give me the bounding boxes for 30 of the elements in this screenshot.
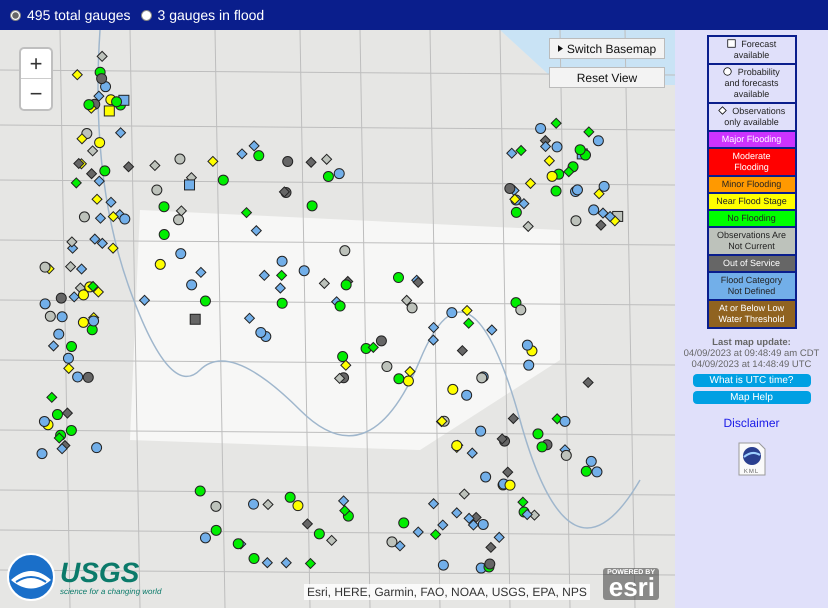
reset-view-button[interactable]: Reset View	[549, 67, 665, 88]
gauge-filter-radio[interactable]: 495 total gauges	[10, 7, 131, 23]
gauge-filter-radio[interactable]: 3 gauges in flood	[140, 7, 264, 23]
disclaimer-link[interactable]: Disclaimer	[723, 416, 780, 430]
update-title: Last map update:	[711, 337, 792, 348]
legend-category: Out of Service	[708, 256, 794, 271]
square-symbol-icon	[726, 39, 736, 48]
esri-logo-text: esri	[608, 576, 655, 599]
switch-basemap-button[interactable]: Switch Basemap	[549, 38, 665, 59]
update-utc-time: 04/09/2023 at 14:48:49 UTC	[690, 359, 812, 370]
legend-shape-label: Observations only available	[718, 106, 786, 127]
usgs-logo-text: USGS	[60, 558, 140, 586]
legend-shape-label: Probability and forecasts available	[723, 67, 780, 99]
legend-category: Near Flood Stage	[708, 194, 794, 209]
circle-symbol-icon	[723, 67, 732, 76]
legend-category: At or Below Low Water Threshold	[708, 301, 794, 327]
legend-category: No Flooding	[708, 211, 794, 226]
usgs-tagline: science for a changing world	[60, 586, 162, 596]
update-local-time: 04/09/2023 at 09:48:49 am CDT	[684, 348, 820, 359]
map-attribution: Esri, HERE, Garmin, FAO, NOAA, USGS, EPA, NPS	[304, 584, 590, 600]
legend-category: Observations Are Not Current	[708, 228, 794, 254]
zoom-in-button[interactable]: +	[21, 49, 51, 79]
caret-icon	[558, 45, 563, 52]
legend-category: Major Flooding	[708, 132, 794, 147]
legend-category: Moderate Flooding	[708, 149, 794, 175]
legend-shape-label: Forecast available	[726, 39, 776, 60]
legend-category: Minor Flooding	[708, 177, 794, 192]
legend-category: Flood Category Not Defined	[708, 273, 794, 299]
noaa-logo-icon	[6, 552, 56, 602]
diamond-symbol-icon	[718, 106, 727, 115]
